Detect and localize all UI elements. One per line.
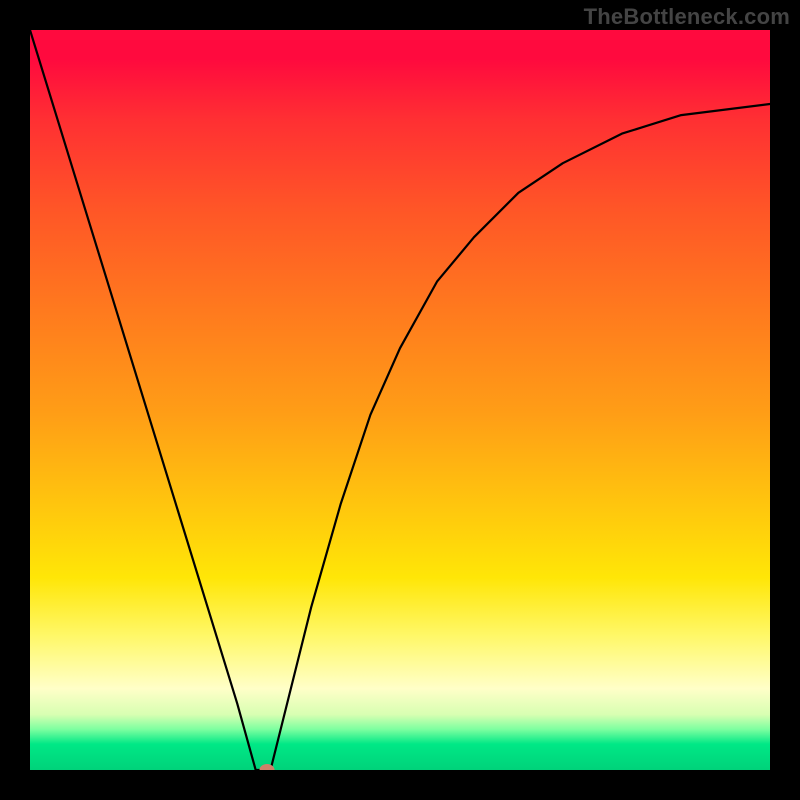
chart-frame: TheBottleneck.com — [0, 0, 800, 800]
bottleneck-curve — [30, 30, 770, 770]
curve-path — [30, 30, 770, 770]
min-point-marker — [259, 764, 274, 770]
watermark-text: TheBottleneck.com — [584, 4, 790, 30]
plot-area — [30, 30, 770, 770]
